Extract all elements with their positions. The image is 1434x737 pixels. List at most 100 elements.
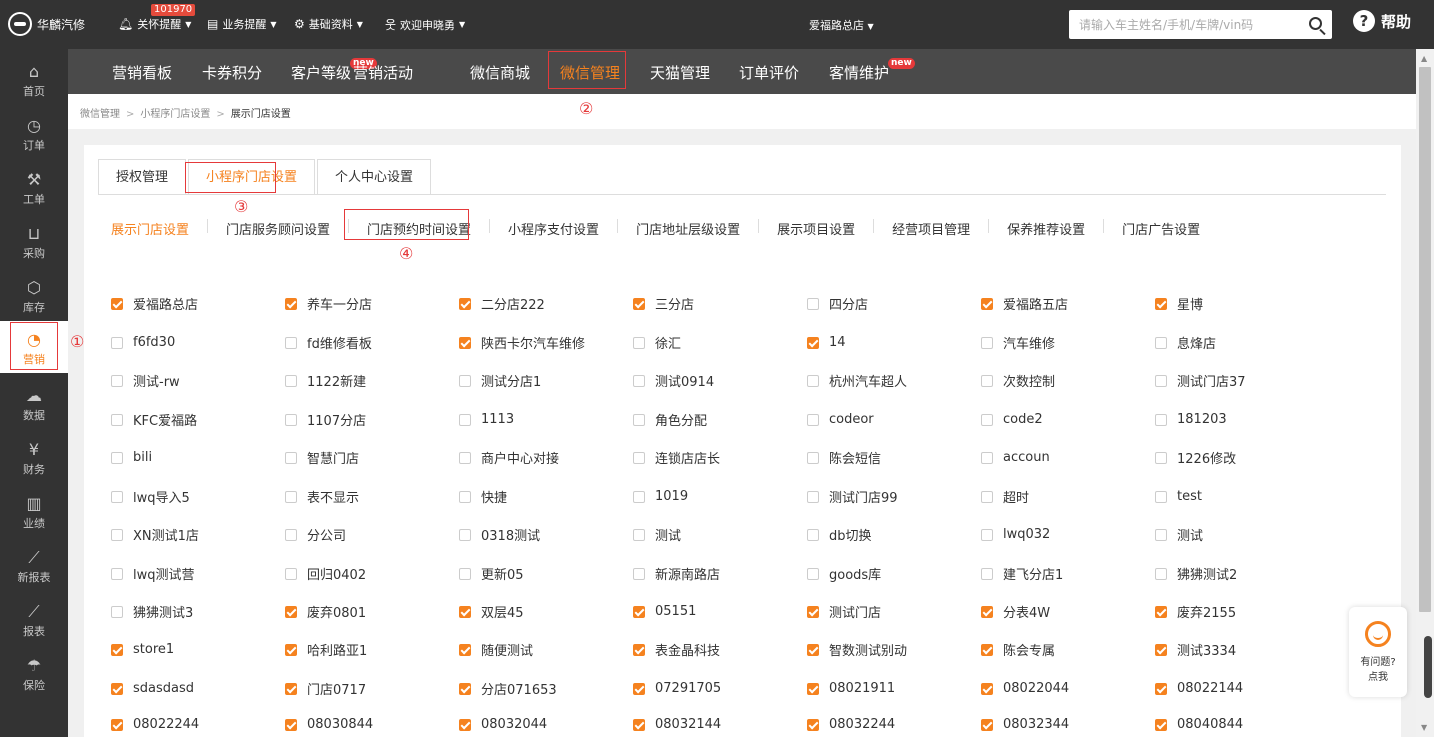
store-checkbox[interactable]: 狒狒测试3 <box>111 602 285 621</box>
store-checkbox[interactable]: f6fd30 <box>111 333 285 352</box>
menu-item-marketing-dashboard[interactable]: 营销看板 <box>112 62 172 83</box>
store-checkbox[interactable]: 狒狒测试2 <box>1155 564 1329 583</box>
store-checkbox[interactable]: 08030844 <box>285 717 459 732</box>
store-checkbox[interactable]: lwq032 <box>981 525 1155 544</box>
store-checkbox[interactable]: 智数测试别动 <box>807 640 981 659</box>
store-checkbox[interactable]: 陈会短信 <box>807 448 981 467</box>
store-checkbox[interactable]: 徐汇 <box>633 333 807 352</box>
store-checkbox[interactable]: 新源南路店 <box>633 564 807 583</box>
store-checkbox[interactable]: goods库 <box>807 564 981 583</box>
menu-item-card-points[interactable]: 卡券积分 <box>202 62 262 83</box>
tab-authorization[interactable]: 授权管理 <box>98 159 187 195</box>
checkbox-checked-icon[interactable] <box>633 643 645 656</box>
store-checkbox[interactable]: 测试 <box>633 525 807 544</box>
store-checkbox[interactable]: 1107分店 <box>285 410 459 429</box>
checkbox-unchecked-icon[interactable] <box>111 605 123 618</box>
checkbox-unchecked-icon[interactable] <box>981 336 993 349</box>
checkbox-unchecked-icon[interactable] <box>285 336 297 349</box>
checkbox-checked-icon[interactable] <box>807 682 819 695</box>
store-checkbox[interactable]: 1226修改 <box>1155 448 1329 467</box>
menu-item-customer-level[interactable]: 客户等级 new <box>291 58 377 83</box>
checkbox-unchecked-icon[interactable] <box>111 451 123 464</box>
nav-business-reminder[interactable]: ▤ 业务提醒 ▼ <box>207 16 277 32</box>
checkbox-unchecked-icon[interactable] <box>1155 336 1167 349</box>
store-checkbox[interactable]: 星博 <box>1155 294 1329 313</box>
brand-logo[interactable]: 华麟汽修 <box>8 12 85 36</box>
store-checkbox[interactable]: 08022144 <box>1155 679 1329 698</box>
store-checkbox[interactable]: 表金晶科技 <box>633 640 807 659</box>
store-checkbox[interactable]: sdasdasd <box>111 679 285 698</box>
store-checkbox[interactable]: lwq导入5 <box>111 487 285 506</box>
store-checkbox[interactable]: bili <box>111 448 285 467</box>
store-checkbox[interactable]: 更新05 <box>459 564 633 583</box>
store-checkbox[interactable]: XN测试1店 <box>111 525 285 544</box>
checkbox-unchecked-icon[interactable] <box>459 374 471 387</box>
checkbox-checked-icon[interactable] <box>633 682 645 695</box>
vertical-scrollbar[interactable]: ▲ ▼ <box>1416 49 1434 737</box>
store-checkbox[interactable]: 商户中心对接 <box>459 448 633 467</box>
checkbox-checked-icon[interactable] <box>633 718 645 731</box>
checkbox-unchecked-icon[interactable] <box>807 490 819 503</box>
sidebar-item-home[interactable]: ⌂ 首页 <box>0 53 68 105</box>
checkbox-unchecked-icon[interactable] <box>1155 374 1167 387</box>
store-checkbox[interactable]: 陈会专属 <box>981 640 1155 659</box>
checkbox-unchecked-icon[interactable] <box>981 567 993 580</box>
checkbox-unchecked-icon[interactable] <box>1155 451 1167 464</box>
checkbox-unchecked-icon[interactable] <box>1155 490 1167 503</box>
subnav-display-items[interactable]: 展示项目设置 <box>777 219 855 238</box>
checkbox-checked-icon[interactable] <box>981 605 993 618</box>
checkbox-unchecked-icon[interactable] <box>459 528 471 541</box>
menu-item-order-review[interactable]: 订单评价 <box>739 62 799 83</box>
floating-help-widget[interactable]: 有问题? 点我 <box>1349 607 1407 697</box>
search-input[interactable] <box>1069 10 1289 39</box>
store-checkbox[interactable]: 废弃2155 <box>1155 602 1329 621</box>
checkbox-unchecked-icon[interactable] <box>111 490 123 503</box>
store-checkbox[interactable]: 测试3334 <box>1155 640 1329 659</box>
checkbox-unchecked-icon[interactable] <box>981 528 993 541</box>
checkbox-unchecked-icon[interactable] <box>285 413 297 426</box>
checkbox-checked-icon[interactable] <box>1155 682 1167 695</box>
checkbox-checked-icon[interactable] <box>807 718 819 731</box>
store-checkbox[interactable]: 随便测试 <box>459 640 633 659</box>
checkbox-checked-icon[interactable] <box>111 643 123 656</box>
store-checkbox[interactable]: 14 <box>807 333 981 352</box>
store-checkbox[interactable]: 测试门店99 <box>807 487 981 506</box>
store-checkbox[interactable]: 表不显示 <box>285 487 459 506</box>
store-checkbox[interactable]: 哈利路亚1 <box>285 640 459 659</box>
checkbox-checked-icon[interactable] <box>459 336 471 349</box>
checkbox-checked-icon[interactable] <box>1155 297 1167 310</box>
scrollbar-thumb[interactable] <box>1419 67 1431 612</box>
store-checkbox[interactable]: 1019 <box>633 487 807 506</box>
store-selector[interactable]: 爱福路总店 ▼ <box>809 17 874 33</box>
store-checkbox[interactable]: 08040844 <box>1155 717 1329 732</box>
checkbox-checked-icon[interactable] <box>1155 643 1167 656</box>
checkbox-checked-icon[interactable] <box>981 718 993 731</box>
menu-item-tmall[interactable]: 天猫管理 <box>650 62 710 83</box>
side-drawer-handle[interactable] <box>1424 636 1432 698</box>
checkbox-checked-icon[interactable] <box>1155 718 1167 731</box>
checkbox-checked-icon[interactable] <box>111 297 123 310</box>
store-checkbox[interactable]: fd维修看板 <box>285 333 459 352</box>
checkbox-checked-icon[interactable] <box>111 682 123 695</box>
checkbox-checked-icon[interactable] <box>459 643 471 656</box>
checkbox-unchecked-icon[interactable] <box>807 451 819 464</box>
subnav-maintenance-recommend[interactable]: 保养推荐设置 <box>1007 219 1085 238</box>
checkbox-checked-icon[interactable] <box>633 297 645 310</box>
sidebar-item-orders[interactable]: ◷ 订单 <box>0 107 68 159</box>
sidebar-item-workorder[interactable]: ⚒ 工单 <box>0 161 68 213</box>
store-checkbox[interactable]: 养车一分店 <box>285 294 459 313</box>
sidebar-item-finance[interactable]: ¥ 财务 <box>0 431 68 483</box>
store-checkbox[interactable]: 四分店 <box>807 294 981 313</box>
store-checkbox[interactable]: 门店0717 <box>285 679 459 698</box>
checkbox-checked-icon[interactable] <box>285 682 297 695</box>
checkbox-checked-icon[interactable] <box>981 297 993 310</box>
checkbox-unchecked-icon[interactable] <box>111 567 123 580</box>
store-checkbox[interactable]: 测试分店1 <box>459 371 633 390</box>
store-checkbox[interactable]: 双层45 <box>459 602 633 621</box>
sidebar-item-report[interactable]: ⟋ 报表 <box>0 593 68 645</box>
checkbox-unchecked-icon[interactable] <box>981 374 993 387</box>
store-checkbox[interactable]: 07291705 <box>633 679 807 698</box>
sidebar-item-purchase[interactable]: ⊔ 采购 <box>0 215 68 267</box>
nav-care-reminder[interactable]: 🔔︎ 关怀提醒 ▼ <box>118 16 191 32</box>
checkbox-unchecked-icon[interactable] <box>111 413 123 426</box>
